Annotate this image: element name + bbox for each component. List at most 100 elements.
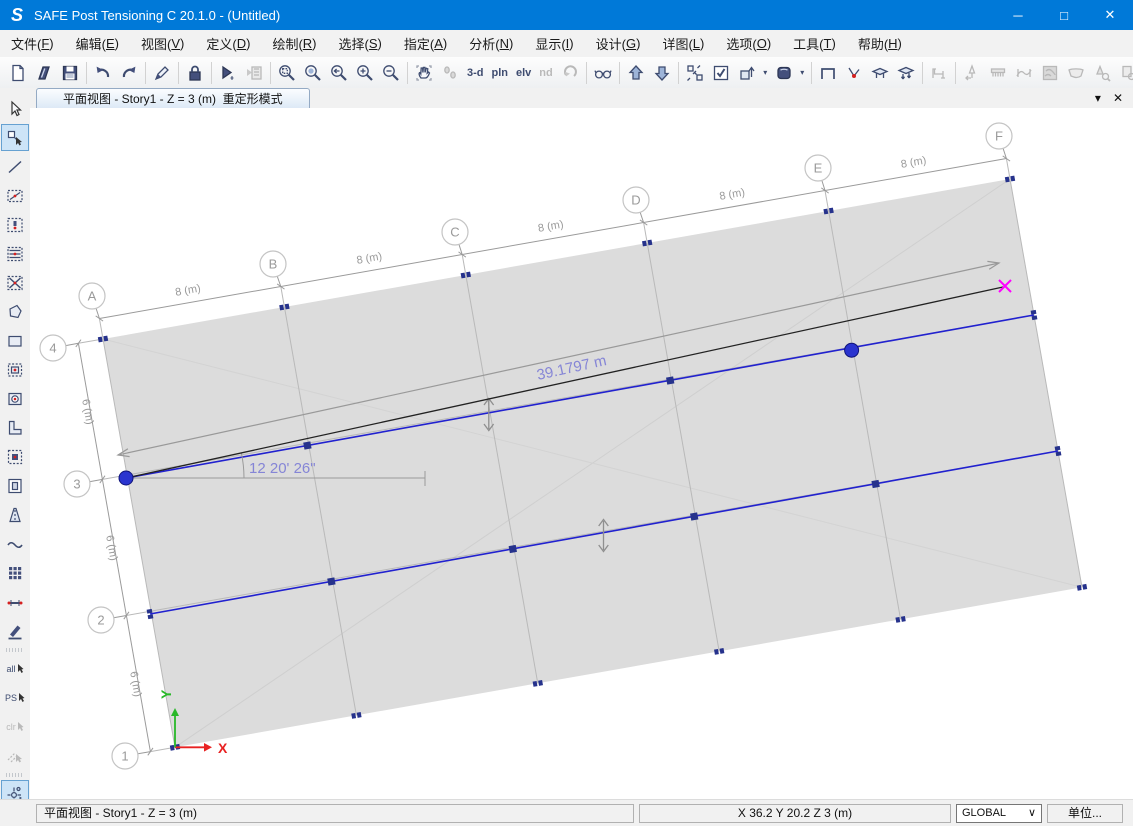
toolbar-separator (955, 62, 956, 84)
previous-zoom-button[interactable] (326, 60, 352, 86)
menu-help[interactable]: 帮助(H) (847, 30, 913, 57)
object-shading-button[interactable] (771, 60, 797, 86)
step-through-button (437, 60, 463, 86)
quick-draw-brace-tool[interactable] (1, 269, 29, 296)
rotate-view-button (557, 60, 583, 86)
dim-label-x: 8 (m) (174, 283, 201, 299)
show-slab-loads-button[interactable] (893, 60, 919, 86)
menu-draw[interactable]: 绘制(R) (261, 30, 327, 57)
draw-wall-tool[interactable] (1, 414, 29, 441)
clear-selection-tool: clr (1, 713, 29, 740)
chevron-down-icon: ∨ (1028, 805, 1036, 822)
zoom-out-button[interactable] (378, 60, 404, 86)
draw-opening-tool[interactable] (1, 472, 29, 499)
menu-view[interactable]: 视图(V) (130, 30, 195, 57)
quick-draw-line-tool[interactable] (1, 182, 29, 209)
plan-view-tab[interactable]: 平面视图 - Story1 - Z = 3 (m) 重定形模式 (36, 88, 310, 108)
draw-rectangle-area-tool[interactable] (1, 327, 29, 354)
lock-model-button[interactable] (182, 60, 208, 86)
tendon-profile-tool[interactable] (1, 530, 29, 557)
coordinate-system-value: GLOBAL (962, 805, 1006, 822)
menu-assign[interactable]: 指定(A) (393, 30, 458, 57)
tab-list-icon[interactable]: ▾ (1095, 91, 1101, 105)
grid-bubble-label: F (995, 129, 1003, 144)
quick-draw-column-tool[interactable] (1, 211, 29, 238)
draw-line-tool[interactable] (1, 153, 29, 180)
quick-draw-beams-tool[interactable] (1, 240, 29, 267)
view-elevation-button[interactable]: elv (512, 60, 535, 86)
redo-button[interactable] (116, 60, 142, 86)
app-window: S SAFE Post Tensioning C 20.1.0 - (Untit… (0, 0, 1133, 826)
move-down-in-list-button[interactable] (649, 60, 675, 86)
rubber-band-zoom-button[interactable] (274, 60, 300, 86)
toolbar-separator (586, 62, 587, 84)
shrink-objects-button[interactable] (682, 60, 708, 86)
maximize-button[interactable]: □ (1041, 0, 1087, 30)
menu-options[interactable]: 选项(O) (715, 30, 782, 57)
status-bar: 平面视图 - Story1 - Z = 3 (m) X 36.2 Y 20.2 … (0, 799, 1133, 826)
quick-draw-area-tool[interactable] (1, 356, 29, 383)
view-3d-button[interactable]: 3-d (463, 60, 488, 86)
view-tab-strip: 平面视图 - Story1 - Z = 3 (m) 重定形模式 ▾ ✕ (30, 88, 1133, 108)
frame-section-button (926, 60, 952, 86)
toolbar-separator (619, 62, 620, 84)
dim-label-x: 8 (m) (900, 155, 927, 171)
minimize-button[interactable]: ─ (995, 0, 1041, 30)
tab-close-icon[interactable]: ✕ (1113, 91, 1123, 105)
menu-analyze[interactable]: 分析(N) (458, 30, 524, 57)
toolbar-divider (6, 648, 24, 652)
draw-rebar-tool[interactable] (1, 588, 29, 615)
menu-tools[interactable]: 工具(T) (782, 30, 847, 57)
dim-label-x: 8 (m) (718, 187, 745, 203)
extrude-view-caret[interactable]: ▾ (760, 68, 771, 77)
click-draw-area-tool[interactable] (1, 385, 29, 412)
menu-file[interactable]: 文件(F) (0, 30, 65, 57)
model-canvas[interactable]: 39.1797 m 12 20' 26" X (30, 108, 1133, 800)
pan-button[interactable] (411, 60, 437, 86)
object-shading-caret[interactable]: ▾ (797, 68, 808, 77)
window-title: SAFE Post Tensioning C 20.1.0 - (Untitle… (34, 8, 280, 23)
close-button[interactable]: ✕ (1087, 0, 1133, 30)
select-pointer-tool[interactable] (1, 95, 29, 122)
extrude-view-button[interactable] (734, 60, 760, 86)
restore-full-view-button[interactable] (300, 60, 326, 86)
axis-x-label: X (218, 740, 228, 756)
draw-polygon-area-tool[interactable] (1, 298, 29, 325)
app-logo-icon: S (0, 5, 34, 26)
save-button[interactable] (57, 60, 83, 86)
grid-bubble-label: B (269, 257, 278, 272)
view-plan-button[interactable]: pln (488, 60, 513, 86)
coordinate-system-select[interactable]: GLOBAL ∨ (956, 804, 1042, 823)
move-up-in-list-button[interactable] (623, 60, 649, 86)
show-slab-columns-button[interactable] (867, 60, 893, 86)
draw-frame-button[interactable] (815, 60, 841, 86)
draw-slab-pen-tool[interactable] (1, 617, 29, 644)
object-visibility-button[interactable] (590, 60, 616, 86)
toolbar-separator (811, 62, 812, 84)
grid-bubble-label: 4 (49, 341, 56, 356)
snap-vector-button[interactable] (841, 60, 867, 86)
reshape-object-tool[interactable] (1, 124, 29, 151)
select-check-button[interactable] (708, 60, 734, 86)
open-file-button[interactable] (31, 60, 57, 86)
menu-design[interactable]: 设计(G) (585, 30, 652, 57)
menu-detailing[interactable]: 详图(L) (651, 30, 715, 57)
run-analysis-button[interactable] (215, 60, 241, 86)
deselect-lines-tool (1, 742, 29, 769)
units-button[interactable]: 单位... (1047, 804, 1123, 823)
draw-tendon-tool[interactable] (1, 501, 29, 528)
menu-define[interactable]: 定义(D) (195, 30, 261, 57)
quick-draw-wall-tool[interactable] (1, 443, 29, 470)
select-ps-tool[interactable]: PS (1, 684, 29, 711)
pen-tool-button[interactable] (149, 60, 175, 86)
zoom-in-button[interactable] (352, 60, 378, 86)
menu-display[interactable]: 显示(I) (524, 30, 584, 57)
menu-select[interactable]: 选择(S) (328, 30, 393, 57)
new-model-button[interactable] (5, 60, 31, 86)
tendon-node[interactable] (119, 471, 133, 485)
draw-mesh-tool[interactable] (1, 559, 29, 586)
tendon-node[interactable] (845, 343, 859, 357)
select-all-tool[interactable]: all (1, 655, 29, 682)
menu-edit[interactable]: 编辑(E) (65, 30, 130, 57)
undo-button[interactable] (90, 60, 116, 86)
